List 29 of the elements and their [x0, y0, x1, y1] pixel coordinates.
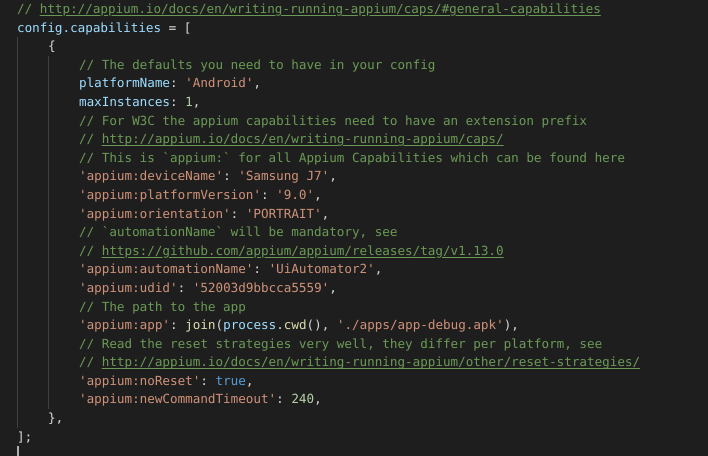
- code-line: 'appium:noReset': true,: [79, 372, 254, 390]
- code-comment: //: [17, 1, 34, 16]
- code-line: ];: [17, 428, 34, 446]
- link[interactable]: https://github.com/appium/appium/releases/tag/v1.13.0: [102, 242, 504, 258]
- code-line: {: [48, 37, 57, 56]
- code-comment: //: [79, 242, 96, 258]
- code-comment: //: [79, 354, 96, 370]
- link[interactable]: http://appium.io/docs/en/writing-running-appium/caps/: [102, 131, 504, 146]
- code-line: maxInstances: 1,: [79, 92, 202, 111]
- code-line: platformName: 'Android',: [79, 74, 262, 92]
- code-line: 'appium:deviceName': 'Samsung J7',: [79, 167, 338, 186]
- code-line: // The path to the app: [79, 298, 247, 316]
- code-line: 'appium:app': join(process.cwd(), './apps/app-debug.apk'),: [79, 316, 520, 334]
- code-line: // This is `appium:` for all Appium Capabilities which can be found here: [79, 148, 626, 167]
- code-line: // The defaults you need to have in your config: [79, 56, 436, 74]
- code-line: 'appium:platformVersion': '9.0',: [79, 186, 323, 204]
- code-comment: //: [79, 131, 96, 146]
- code-line: 'appium:newCommandTimeout': 240,: [79, 390, 323, 408]
- code-line: },: [48, 409, 64, 428]
- code-line: 'appium:automationName': 'UiAutomator2',: [79, 260, 384, 278]
- link[interactable]: http://appium.io/docs/en/writing-running-appium/caps/#general-capabilities: [40, 1, 601, 16]
- code-line: // `automationName` will be mandatory, see: [79, 223, 398, 242]
- code-line: 'appium:udid': '52003d9bbcca5559',: [79, 278, 338, 297]
- code-line: 'appium:orientation': 'PORTRAIT',: [79, 204, 330, 223]
- link[interactable]: http://appium.io/docs/en/writing-running-appium/other/reset-strategies/: [102, 354, 640, 370]
- code-line: // For W3C the appium capabilities need to have an extension prefix: [79, 112, 588, 130]
- text-cursor: [17, 446, 19, 456]
- code-line: // Read the reset strategies very well, they differ per platform, see: [79, 334, 604, 353]
- code-line: config.capabilities = [: [17, 18, 192, 37]
